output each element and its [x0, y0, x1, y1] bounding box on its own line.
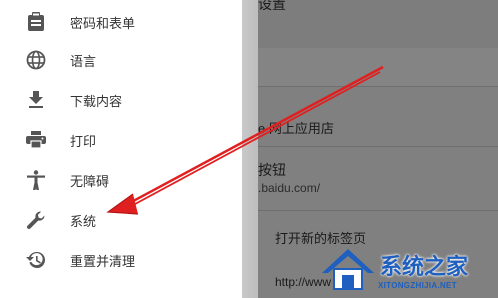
home-url: .baidu.com/ [258, 181, 321, 195]
restore-icon [26, 250, 46, 270]
sidebar-item-downloads[interactable]: 下载内容 [0, 80, 242, 120]
download-icon [26, 90, 46, 110]
sidebar-item-label: 无障碍 [70, 174, 110, 189]
settings-sidebar: 密码和表单 语言 下载内容 打印 无障碍 系统 重置并清理 [0, 0, 242, 298]
sidebar-item-languages[interactable]: 语言 [0, 40, 242, 80]
watermark-name: 系统之家 [380, 254, 469, 279]
clipboard-icon [26, 12, 46, 32]
home-button-setting: 按钮 [258, 162, 286, 178]
accessibility-icon [26, 170, 46, 190]
sidebar-item-accessibility[interactable]: 无障碍 [0, 160, 242, 200]
sidebar-item-label: 系统 [70, 214, 97, 229]
header-bar: 设置 [258, 0, 498, 48]
printer-icon [26, 130, 46, 150]
site-watermark: 系统之家 XITONGZHIJIA.NET [318, 243, 498, 298]
watermark-domain: XITONGZHIJIA.NET [378, 281, 457, 290]
sidebar-item-label: 重置并清理 [70, 254, 136, 269]
webstore-link[interactable]: e 网上应用店 [258, 118, 334, 137]
sidebar-item-label: 打印 [70, 134, 97, 149]
sidebar-item-label: 下载内容 [70, 94, 123, 109]
wrench-icon [26, 210, 46, 230]
sidebar-item-label: 语言 [70, 54, 97, 69]
section-band [258, 48, 498, 86]
divider [258, 210, 498, 211]
page-title: 设置 [258, 0, 286, 12]
sidebar-item-system[interactable]: 系统 [0, 200, 242, 240]
divider [258, 86, 498, 87]
divider [258, 146, 498, 147]
sidebar-item-reset-cleanup[interactable]: 重置并清理 [0, 240, 242, 280]
globe-icon [26, 50, 46, 70]
sidebar-item-passwords-forms[interactable]: 密码和表单 [0, 2, 242, 42]
sidebar-edge [242, 0, 258, 298]
sidebar-item-label: 密码和表单 [70, 16, 136, 31]
sidebar-item-printing[interactable]: 打印 [0, 120, 242, 160]
